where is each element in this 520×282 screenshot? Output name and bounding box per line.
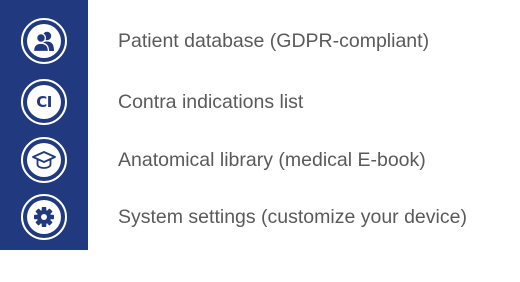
menu-item-patient-database[interactable]: Patient database (GDPR-compliant) — [0, 11, 520, 71]
menu-item-label: Patient database (GDPR-compliant) — [118, 30, 430, 52]
menu-item-label: Anatomical library (medical E-book) — [118, 149, 426, 171]
contra-indications-button[interactable]: CI — [21, 79, 67, 125]
menu-item-anatomical-library[interactable]: Anatomical library (medical E-book) — [0, 130, 520, 190]
system-settings-button[interactable] — [21, 194, 67, 240]
menu-item-label: System settings (customize your device) — [118, 206, 467, 228]
ci-icon-text: CI — [36, 93, 52, 111]
menu-item-system-settings[interactable]: System settings (customize your device) — [0, 187, 520, 247]
patients-icon — [32, 31, 54, 52]
anatomical-library-button[interactable] — [21, 137, 67, 183]
gear-icon — [34, 207, 54, 227]
menu-item-contra-indications[interactable]: CI Contra indications list — [0, 72, 520, 132]
patient-database-button[interactable] — [21, 18, 67, 64]
graduation-cap-icon — [32, 151, 56, 169]
menu-item-label: Contra indications list — [118, 91, 304, 113]
ci-icon: CI — [27, 85, 61, 119]
